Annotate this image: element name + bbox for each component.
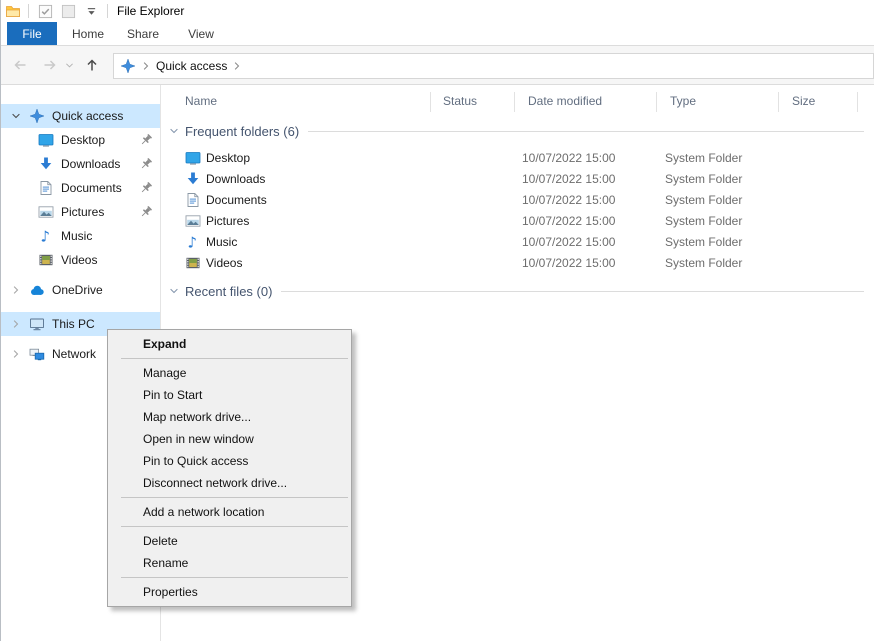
pin-icon: [139, 181, 153, 195]
file-row-pictures[interactable]: Pictures 10/07/2022 15:00 System Folder: [161, 211, 874, 232]
sidebar-item-documents[interactable]: Documents: [1, 176, 160, 200]
sidebar-item-videos[interactable]: Videos: [1, 248, 160, 272]
group-header-rule: [281, 291, 864, 292]
pin-icon: [139, 157, 153, 171]
music-icon: [185, 234, 201, 250]
sidebar-item-downloads[interactable]: Downloads: [1, 152, 160, 176]
column-header-type[interactable]: Type: [670, 94, 696, 108]
column-divider[interactable]: [857, 92, 858, 112]
arrow-left-icon: [12, 57, 28, 73]
titlebar-separator: [107, 4, 108, 18]
tab-view[interactable]: View: [179, 22, 223, 45]
chevron-down-icon[interactable]: [168, 285, 180, 297]
menu-item-manage[interactable]: Manage: [108, 362, 351, 384]
arrow-up-icon: [84, 57, 100, 73]
qat-checkbox-icon[interactable]: [36, 2, 54, 20]
column-header-name[interactable]: Name: [185, 94, 217, 108]
back-button[interactable]: [11, 56, 29, 74]
documents-icon: [185, 192, 201, 208]
sidebar-item-pictures[interactable]: Pictures: [1, 200, 160, 224]
menu-separator: [121, 526, 348, 527]
column-header-size[interactable]: Size: [792, 94, 815, 108]
column-divider[interactable]: [430, 92, 431, 112]
menu-item-rename[interactable]: Rename: [108, 552, 351, 574]
quick-access-star-icon: [29, 108, 45, 124]
window-title: File Explorer: [117, 4, 184, 18]
column-divider[interactable]: [514, 92, 515, 112]
menu-item-pin-to-start[interactable]: Pin to Start: [108, 384, 351, 406]
column-divider[interactable]: [656, 92, 657, 112]
videos-icon: [38, 252, 54, 268]
network-icon: [29, 346, 45, 362]
downloads-icon: [185, 171, 201, 187]
file-row-music[interactable]: Music 10/07/2022 15:00 System Folder: [161, 232, 874, 253]
tab-share[interactable]: Share: [119, 22, 167, 45]
videos-icon: [185, 255, 201, 271]
chevron-down-icon: [64, 60, 75, 71]
up-button[interactable]: [83, 56, 101, 74]
breadcrumb-item[interactable]: Quick access: [156, 59, 227, 73]
menu-item-properties[interactable]: Properties: [108, 581, 351, 603]
chevron-down-icon[interactable]: [168, 125, 180, 137]
sidebar-item-desktop[interactable]: Desktop: [1, 128, 160, 152]
file-row-documents[interactable]: Documents 10/07/2022 15:00 System Folder: [161, 190, 874, 211]
menu-item-add-a-network-location[interactable]: Add a network location: [108, 501, 351, 523]
column-header-status[interactable]: Status: [443, 94, 477, 108]
pin-icon: [139, 133, 153, 147]
menu-item-delete[interactable]: Delete: [108, 530, 351, 552]
file-row-videos[interactable]: Videos 10/07/2022 15:00 System Folder: [161, 253, 874, 274]
music-icon: [38, 228, 54, 244]
qat-blank-icon[interactable]: [59, 2, 77, 20]
navigation-toolbar: Quick access: [1, 46, 874, 85]
menu-separator: [121, 358, 348, 359]
pin-icon: [139, 205, 153, 219]
breadcrumb-chevron-icon[interactable]: [140, 60, 152, 72]
file-row-downloads[interactable]: Downloads 10/07/2022 15:00 System Folder: [161, 169, 874, 190]
column-header-date-modified[interactable]: Date modified: [528, 94, 602, 108]
forward-button[interactable]: [41, 56, 59, 74]
column-divider[interactable]: [778, 92, 779, 112]
arrow-right-icon: [42, 57, 58, 73]
downloads-icon: [38, 156, 54, 172]
sidebar-item-music[interactable]: Music: [1, 224, 160, 248]
onedrive-cloud-icon: [29, 282, 45, 298]
desktop-icon: [38, 132, 54, 148]
menu-separator: [121, 497, 348, 498]
chevron-right-icon[interactable]: [10, 318, 22, 330]
tab-home[interactable]: Home: [66, 22, 110, 45]
title-bar: File Explorer: [1, 0, 874, 22]
recent-locations-button[interactable]: [63, 56, 75, 74]
sidebar-item-onedrive[interactable]: OneDrive: [1, 278, 160, 302]
sidebar-item-quick-access[interactable]: Quick access: [1, 104, 160, 128]
context-menu: Expand Manage Pin to Start Map network d…: [107, 329, 352, 607]
pictures-icon: [38, 204, 54, 220]
menu-item-disconnect-network-drive[interactable]: Disconnect network drive...: [108, 472, 351, 494]
tab-file[interactable]: File: [7, 22, 57, 45]
column-header-row: Name Status Date modified Type Size: [161, 90, 874, 114]
customize-quick-access-toolbar-button[interactable]: [82, 2, 100, 20]
chevron-right-icon[interactable]: [10, 284, 22, 296]
group-header-recent-files[interactable]: Recent files (0): [161, 281, 874, 301]
menu-item-pin-to-quick-access[interactable]: Pin to Quick access: [108, 450, 351, 472]
documents-icon: [38, 180, 54, 196]
chevron-right-icon[interactable]: [10, 348, 22, 360]
menu-item-map-network-drive[interactable]: Map network drive...: [108, 406, 351, 428]
titlebar-separator: [28, 4, 29, 18]
menu-item-expand[interactable]: Expand: [108, 333, 351, 355]
menu-item-open-in-new-window[interactable]: Open in new window: [108, 428, 351, 450]
desktop-icon: [185, 150, 201, 166]
group-header-frequent-folders[interactable]: Frequent folders (6): [161, 121, 874, 141]
file-row-desktop[interactable]: Desktop 10/07/2022 15:00 System Folder: [161, 148, 874, 169]
this-pc-icon: [29, 316, 45, 332]
address-bar[interactable]: Quick access: [113, 53, 874, 79]
breadcrumb-chevron-icon[interactable]: [231, 60, 243, 72]
menu-separator: [121, 577, 348, 578]
group-header-rule: [308, 131, 864, 132]
pictures-icon: [185, 213, 201, 229]
chevron-down-icon[interactable]: [10, 110, 22, 122]
quick-access-star-icon: [120, 58, 136, 74]
file-explorer-logo-icon: [5, 3, 21, 19]
ribbon-tab-row: File Home Share View: [1, 22, 874, 46]
